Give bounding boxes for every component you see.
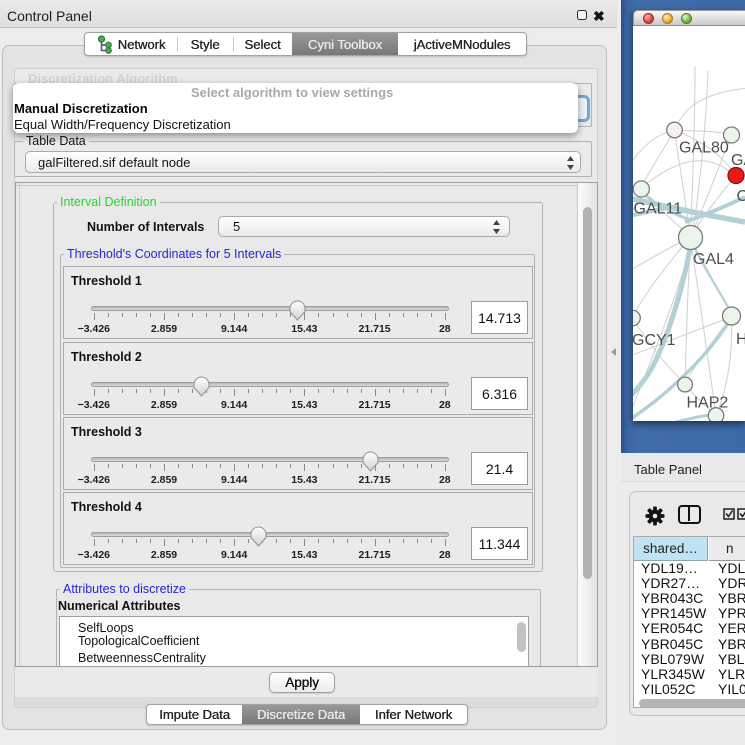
svg-text:C: C — [737, 188, 745, 205]
svg-text:GA: GA — [731, 152, 745, 169]
svg-text:H: H — [736, 331, 745, 348]
svg-text:GCY1: GCY1 — [633, 332, 676, 349]
svg-text:HAP2: HAP2 — [687, 395, 729, 412]
svg-text:GAL80: GAL80 — [679, 140, 729, 157]
svg-text:GAL11: GAL11 — [634, 201, 683, 218]
svg-text:GAL4: GAL4 — [693, 251, 734, 268]
